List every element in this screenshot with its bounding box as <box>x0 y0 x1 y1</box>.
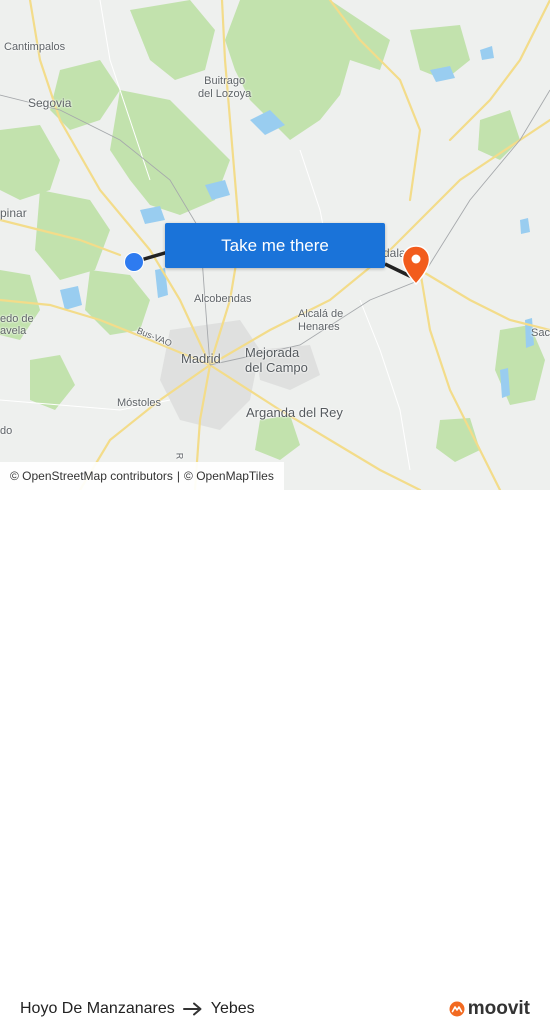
take-me-there-button[interactable]: Take me there <box>165 223 385 268</box>
place-label-partial-southwest: do <box>0 425 13 437</box>
road-label-partial: R <box>174 452 185 460</box>
route-destination: Yebes <box>210 1000 255 1017</box>
moovit-logo-icon <box>449 1001 465 1017</box>
place-label-segovia: Segovia <box>28 96 72 110</box>
place-label-alcobendas: Alcobendas <box>194 293 252 305</box>
footer-bar: Hoyo De Manzanares Yebes moovit <box>0 490 550 1019</box>
place-label-arganda-del-rey: Arganda del Rey <box>246 405 343 420</box>
origin-location-icon[interactable] <box>124 252 144 272</box>
moovit-logo[interactable]: moovit <box>449 998 530 1020</box>
destination-pin-icon[interactable] <box>401 245 431 285</box>
route-summary: Hoyo De Manzanares Yebes <box>20 1000 255 1018</box>
osm-attribution-link[interactable]: © OpenStreetMap contributors <box>10 469 173 483</box>
attribution-separator: | <box>176 469 181 483</box>
place-label-buitrago: Buitrago del Lozoya <box>198 75 252 100</box>
place-label-madrid: Madrid <box>181 351 221 366</box>
map-attribution: © OpenStreetMap contributors | © OpenMap… <box>0 462 284 490</box>
brand-name: moovit <box>467 998 530 1019</box>
arrow-right-icon <box>182 1002 202 1016</box>
place-label-partial-west: edo de avela <box>0 313 34 337</box>
map-area[interactable]: Cantimpalos Segovia Buitrago del Lozoya … <box>0 0 550 490</box>
place-label-el-espinar: pinar <box>0 206 27 220</box>
place-label-alcala-de-henares: Alcalá de Henares <box>298 308 344 333</box>
place-label-partial-east: Sace <box>531 327 550 339</box>
place-label-mejorada-del-campo: Mejorada del Campo <box>245 345 308 375</box>
place-label-mostoles: Móstoles <box>117 397 162 409</box>
route-origin: Hoyo De Manzanares <box>20 1000 175 1017</box>
openmaptiles-attribution-link[interactable]: © OpenMapTiles <box>184 469 274 483</box>
place-label-cantimpalos: Cantimpalos <box>4 41 66 53</box>
